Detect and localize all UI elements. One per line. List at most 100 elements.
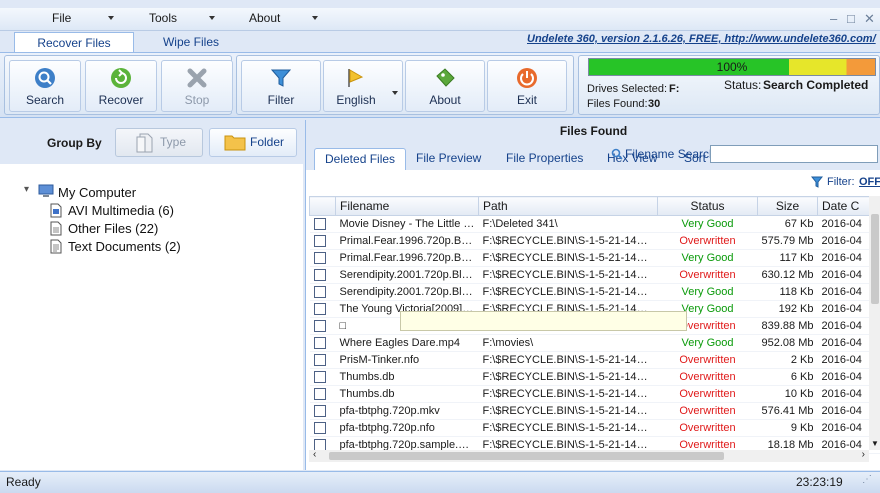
search-button[interactable]: Search: [9, 60, 81, 112]
tab-deleted-files[interactable]: Deleted Files: [314, 148, 406, 170]
row-checkbox[interactable]: [314, 303, 326, 315]
about-button[interactable]: About: [405, 60, 485, 112]
scroll-right-icon[interactable]: ›: [862, 449, 865, 460]
menu-about-dropdown-icon[interactable]: [312, 16, 318, 20]
table-row[interactable]: Primal.Fear.1996.720p.Blu...F:\$RECYCLE.…: [310, 233, 880, 250]
video-file-icon: [50, 203, 62, 218]
exit-button[interactable]: Exit: [487, 60, 567, 112]
cell-status: Overwritten: [658, 267, 758, 284]
language-button[interactable]: English: [323, 60, 403, 112]
drives-selected-value: F:: [669, 83, 679, 95]
table-row[interactable]: Primal.Fear.1996.720p.Blu...F:\$RECYCLE.…: [310, 250, 880, 267]
cell-size: 117 Kb: [758, 250, 818, 267]
vertical-scrollbar[interactable]: ▼: [869, 196, 880, 450]
search-button-label: Search: [10, 93, 80, 107]
table-header-row: Filename Path Status Size Date C: [310, 197, 880, 216]
cell-status: Overwritten: [658, 352, 758, 369]
filter-icon: [270, 67, 292, 89]
tree-item-avi-multimedia[interactable]: AVI Multimedia (6): [68, 203, 174, 218]
table-row[interactable]: pfa-tbtphg.720p.mkvF:\$RECYCLE.BIN\S-1-5…: [310, 403, 880, 420]
row-checkbox[interactable]: [314, 235, 326, 247]
cell-select: [310, 386, 336, 403]
cell-size: 67 Kb: [758, 216, 818, 233]
table-row[interactable]: Serendipity.2001.720p.Blu...F:\$RECYCLE.…: [310, 267, 880, 284]
language-dropdown-icon[interactable]: [392, 91, 398, 95]
row-checkbox[interactable]: [314, 218, 326, 230]
row-checkbox[interactable]: [314, 286, 326, 298]
cell-select: [310, 216, 336, 233]
menu-tools[interactable]: Tools: [149, 11, 177, 25]
row-checkbox[interactable]: [314, 354, 326, 366]
maximize-icon[interactable]: □: [847, 11, 855, 26]
row-checkbox[interactable]: [314, 405, 326, 417]
row-checkbox[interactable]: [314, 252, 326, 264]
cell-filename: pfa-tbtphg.720p.nfo: [336, 420, 479, 437]
tree-item-text-documents[interactable]: Text Documents (2): [68, 239, 181, 254]
cell-size: 10 Kb: [758, 386, 818, 403]
column-header-size[interactable]: Size: [758, 197, 818, 216]
minimize-icon[interactable]: ‒: [830, 11, 837, 26]
horizontal-scroll-thumb[interactable]: [329, 452, 724, 460]
filter-icon: [811, 176, 823, 188]
stop-button[interactable]: Stop: [161, 60, 233, 112]
vertical-scroll-thumb[interactable]: [871, 214, 879, 304]
filename-search-label: Filename Search: [625, 147, 716, 161]
horizontal-scrollbar[interactable]: ‹ ›: [309, 450, 869, 462]
tree-item-my-computer[interactable]: My Computer: [58, 185, 136, 200]
filter-bar: Filter: OFF: [306, 170, 880, 194]
table-row[interactable]: Serendipity.2001.720p.Blu...F:\$RECYCLE.…: [310, 284, 880, 301]
table-row[interactable]: PrisM-Tinker.nfoF:\$RECYCLE.BIN\S-1-5-21…: [310, 352, 880, 369]
cell-status: Overwritten: [658, 386, 758, 403]
row-checkbox[interactable]: [314, 422, 326, 434]
table-row[interactable]: Thumbs.dbF:\$RECYCLE.BIN\S-1-5-21-1418..…: [310, 386, 880, 403]
table-row[interactable]: pfa-tbtphg.720p.nfoF:\$RECYCLE.BIN\S-1-5…: [310, 420, 880, 437]
filter-button[interactable]: Filter: [241, 60, 321, 112]
exit-button-label: Exit: [488, 93, 566, 107]
close-icon[interactable]: ✕: [864, 11, 875, 27]
scroll-down-icon[interactable]: ▼: [871, 439, 879, 448]
scroll-left-icon[interactable]: ‹: [313, 449, 316, 460]
version-link[interactable]: Undelete 360, version 2.1.6.26, FREE, ht…: [527, 33, 876, 45]
search-icon: [611, 148, 623, 160]
row-checkbox[interactable]: [314, 388, 326, 400]
recover-icon: [110, 67, 132, 89]
menu-about[interactable]: About: [249, 11, 280, 25]
column-header-filename[interactable]: Filename: [336, 197, 479, 216]
tab-file-preview[interactable]: File Preview: [416, 148, 481, 169]
recover-button[interactable]: Recover: [85, 60, 157, 112]
type-button-label: Type: [160, 135, 186, 149]
row-checkbox[interactable]: [314, 320, 326, 332]
cell-size: 118 Kb: [758, 284, 818, 301]
row-checkbox[interactable]: [314, 337, 326, 349]
drives-selected-label: Drives Selected:: [587, 83, 667, 95]
column-header-checkbox[interactable]: [310, 197, 336, 216]
cell-status: Very Good: [658, 284, 758, 301]
tab-file-properties[interactable]: File Properties: [506, 148, 583, 169]
menu-tools-dropdown-icon[interactable]: [209, 16, 215, 20]
group-by-folder-button[interactable]: Folder: [209, 128, 297, 157]
cell-size: 2 Kb: [758, 352, 818, 369]
tab-wipe-files[interactable]: Wipe Files: [148, 32, 234, 52]
filename-search-input[interactable]: [710, 145, 878, 163]
cell-select: [310, 250, 336, 267]
cell-status: Overwritten: [658, 403, 758, 420]
filter-status-value[interactable]: OFF: [859, 176, 880, 188]
table-row[interactable]: Where Eagles Dare.mp4F:\movies\Very Good…: [310, 335, 880, 352]
cell-size: 6 Kb: [758, 369, 818, 386]
menu-file-dropdown-icon[interactable]: [108, 16, 114, 20]
resize-grip-icon[interactable]: ⋰: [862, 474, 872, 485]
cell-filename: Where Eagles Dare.mp4: [336, 335, 479, 352]
column-header-status[interactable]: Status: [658, 197, 758, 216]
menu-file[interactable]: File: [52, 11, 71, 25]
column-header-path[interactable]: Path: [479, 197, 658, 216]
tree-item-other-files[interactable]: Other Files (22): [68, 221, 158, 236]
table-row[interactable]: Thumbs.dbF:\$RECYCLE.BIN\S-1-5-21-1418..…: [310, 369, 880, 386]
group-by-type-button[interactable]: Type: [115, 128, 203, 157]
row-checkbox[interactable]: [314, 269, 326, 281]
table-row[interactable]: Movie Disney - The Little M...F:\Deleted…: [310, 216, 880, 233]
tab-recover-files[interactable]: Recover Files: [14, 32, 134, 53]
tools-group: Filter English About Exit: [236, 55, 574, 115]
menu-bar: File Tools About ‒ □ ✕: [0, 8, 880, 31]
row-checkbox[interactable]: [314, 371, 326, 383]
tree-collapse-icon[interactable]: ▾: [24, 184, 29, 195]
